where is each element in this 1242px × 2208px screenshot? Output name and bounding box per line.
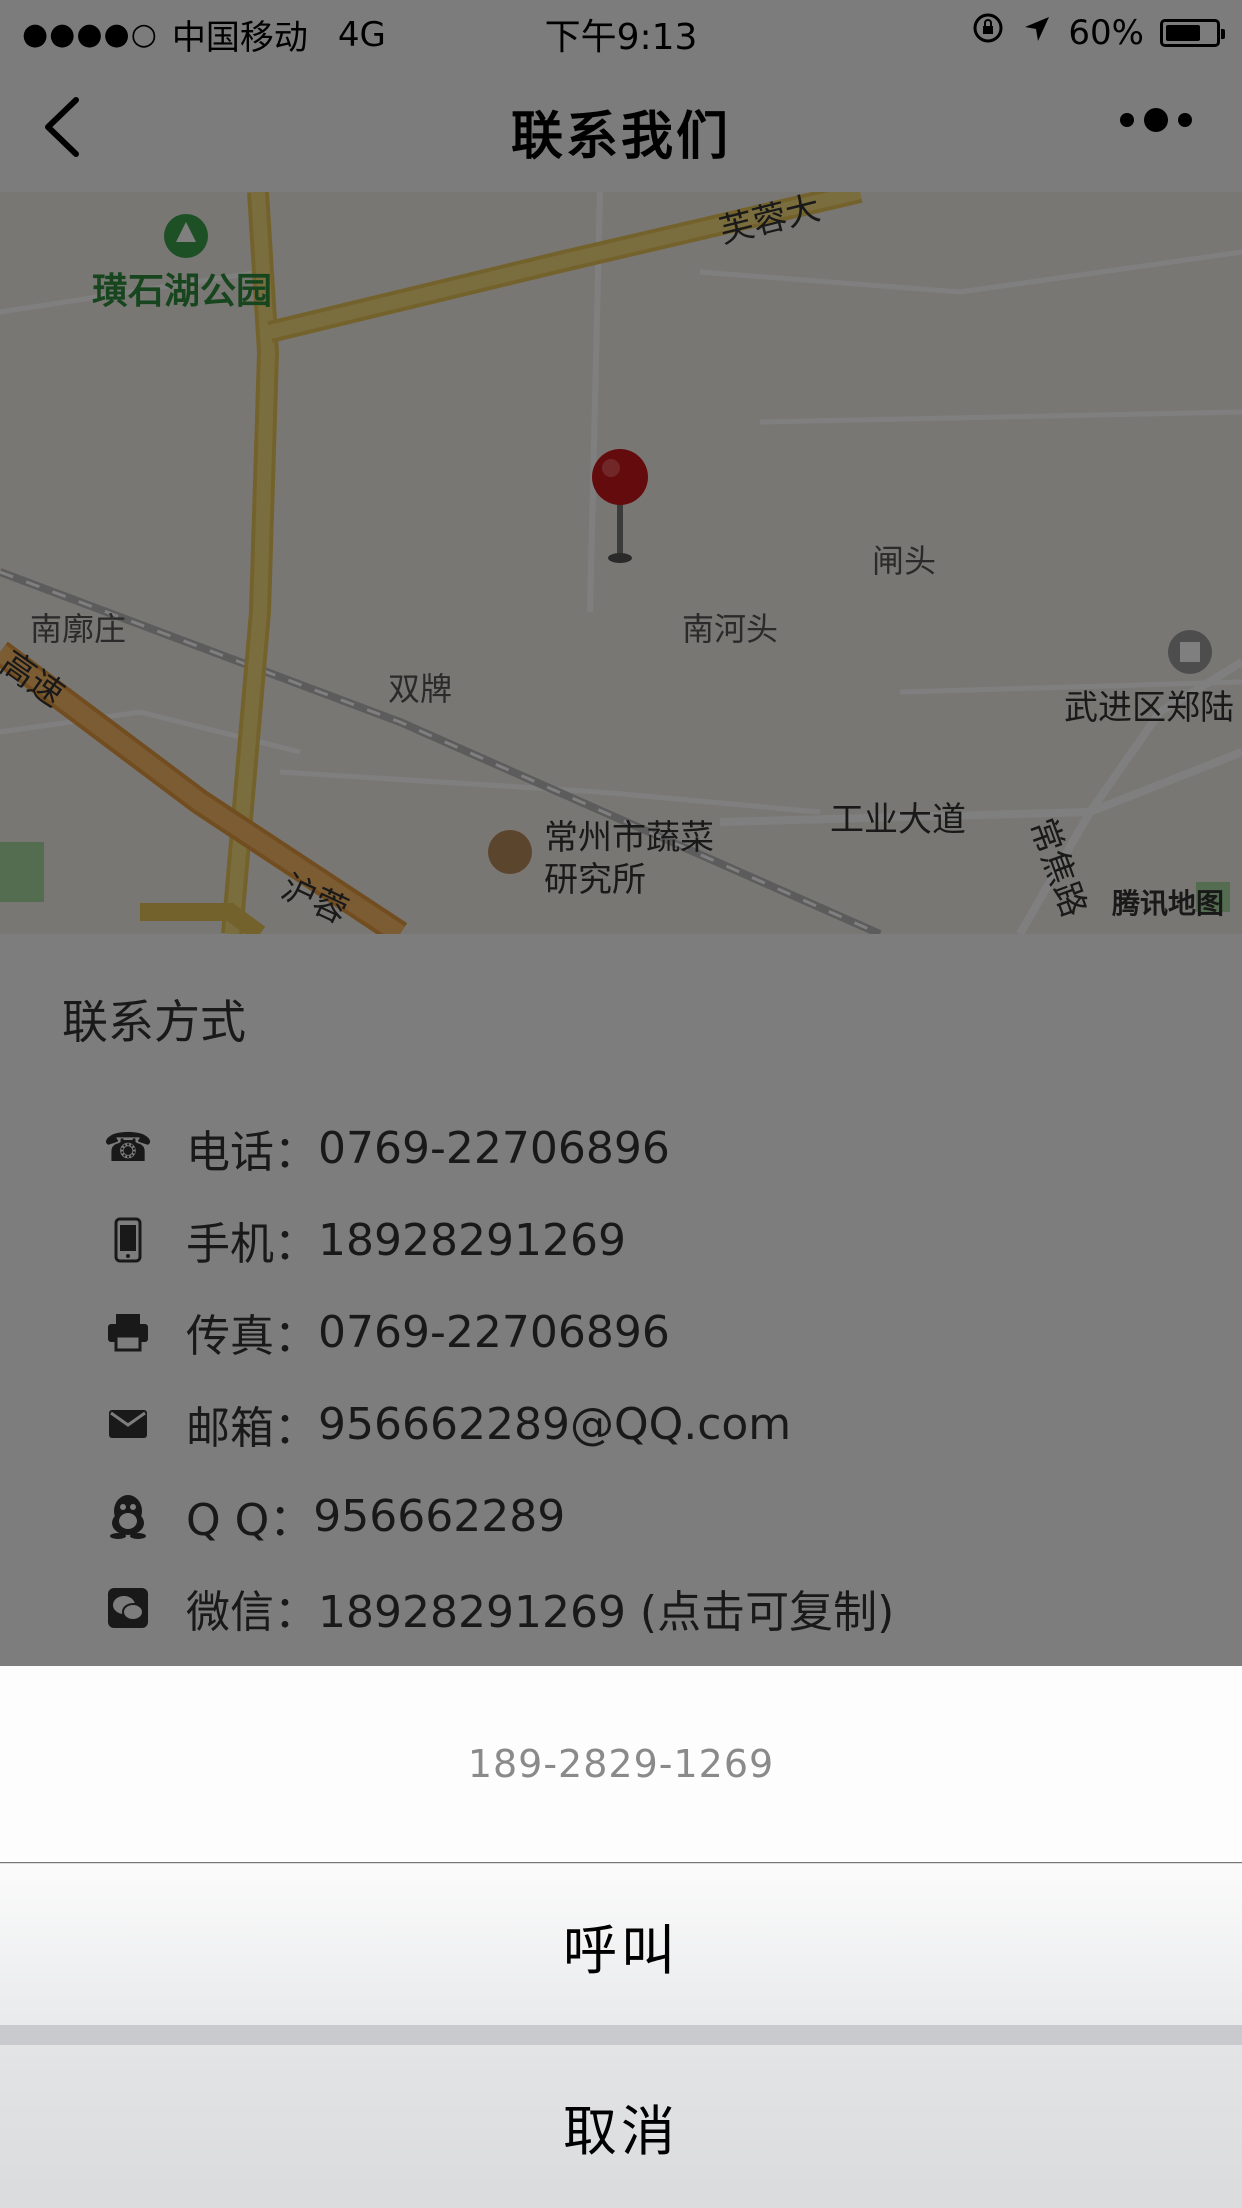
action-sheet: 189-2829-1269 呼叫 取消 (0, 1666, 1242, 2208)
action-sheet-title: 189-2829-1269 (0, 1666, 1242, 1862)
cancel-button[interactable]: 取消 (0, 2045, 1242, 2208)
action-sheet-divider (0, 2025, 1242, 2045)
call-button[interactable]: 呼叫 (0, 1863, 1242, 2026)
